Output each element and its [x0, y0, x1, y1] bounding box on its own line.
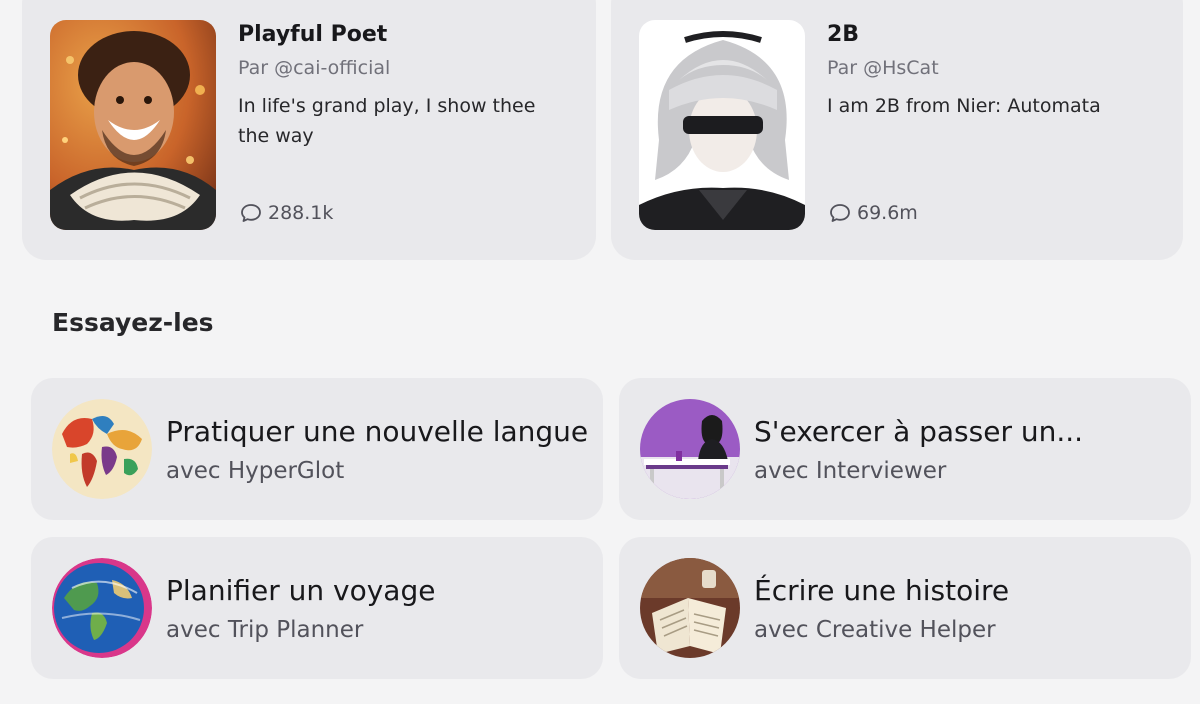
try-card-hyperglot[interactable]: Pratiquer une nouvelle langue avec Hyper… — [31, 378, 603, 520]
character-name: Playful Poet — [238, 22, 388, 47]
character-avatar-2b — [639, 20, 805, 230]
try-card-interviewer[interactable]: S'exercer à passer un... avec Interviewe… — [619, 378, 1191, 520]
character-avatar-playful-poet — [50, 20, 216, 230]
try-card-text: S'exercer à passer un... avec Interviewe… — [754, 415, 1083, 484]
character-description: I am 2B from Nier: Automata — [827, 95, 1101, 117]
character-info: 2B Par @HsCat I am 2B from Nier: Automat… — [827, 20, 1155, 232]
try-card-subtitle: avec Trip Planner — [166, 616, 364, 643]
chat-count-value: 69.6m — [857, 202, 918, 224]
try-card-text: Pratiquer une nouvelle langue avec Hyper… — [166, 415, 588, 484]
chat-count: 288.1k — [240, 202, 333, 224]
try-card-subtitle: avec Creative Helper — [754, 616, 996, 643]
trip-planner-avatar — [52, 558, 152, 658]
chat-bubble-icon — [240, 202, 262, 224]
character-card-2b[interactable]: 2B Par @HsCat I am 2B from Nier: Automat… — [611, 0, 1183, 260]
try-card-creative-helper[interactable]: Écrire une histoire avec Creative Helper — [619, 537, 1191, 679]
try-card-trip-planner[interactable]: Planifier un voyage avec Trip Planner — [31, 537, 603, 679]
try-card-text: Écrire une histoire avec Creative Helper — [754, 574, 1009, 643]
chat-bubble-icon — [829, 202, 851, 224]
character-author[interactable]: Par @HsCat — [827, 57, 1155, 79]
character-info: Playful Poet Par @cai-official In life's… — [238, 20, 568, 232]
hyperglot-avatar — [52, 399, 152, 499]
creative-helper-avatar — [640, 558, 740, 658]
page: Playful Poet Par @cai-official In life's… — [0, 0, 1200, 704]
section-title: Essayez-les — [52, 308, 214, 337]
chat-count-value: 288.1k — [268, 202, 334, 224]
try-card-title: Pratiquer une nouvelle langue — [166, 414, 589, 448]
character-author[interactable]: Par @cai-official — [238, 57, 568, 79]
character-card-playful-poet[interactable]: Playful Poet Par @cai-official In life's… — [22, 0, 596, 260]
character-description: In life's grand play, I show thee the wa… — [238, 95, 536, 147]
try-card-text: Planifier un voyage avec Trip Planner — [166, 574, 435, 643]
try-card-title: S'exercer à passer un... — [754, 414, 1084, 448]
try-card-subtitle: avec Interviewer — [754, 457, 947, 484]
character-name: 2B — [827, 22, 860, 47]
try-card-title: Planifier un voyage — [166, 573, 436, 607]
interviewer-avatar — [640, 399, 740, 499]
try-card-subtitle: avec HyperGlot — [166, 457, 345, 484]
try-card-title: Écrire une histoire — [754, 573, 1010, 607]
chat-count: 69.6m — [829, 202, 918, 224]
